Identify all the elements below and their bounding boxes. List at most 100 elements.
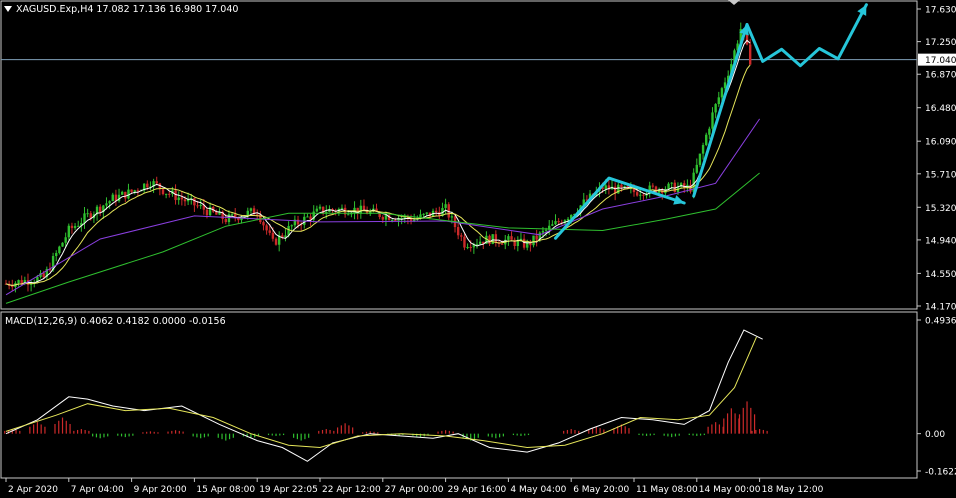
candle-body	[532, 235, 535, 246]
candle-body	[478, 241, 482, 244]
candle-body	[651, 185, 655, 187]
time-tick-label: 6 May 20:00	[573, 485, 629, 495]
price-tick-label: 15.320	[925, 204, 956, 214]
candle-body	[224, 218, 227, 223]
candle-body	[164, 193, 168, 195]
candle-body	[384, 215, 388, 220]
candle-body	[359, 205, 363, 214]
time-tick-label: 19 Apr 22:05	[259, 485, 318, 495]
candle-body	[249, 208, 253, 211]
candle-body	[340, 207, 344, 209]
candle-body	[127, 189, 130, 199]
candle-body	[274, 238, 278, 245]
candle-body	[701, 145, 705, 154]
candle-body	[391, 219, 394, 221]
candle-body	[566, 218, 570, 221]
candle-body	[717, 97, 720, 105]
candle-body	[174, 190, 177, 201]
candle-body	[460, 235, 463, 237]
candle-body	[450, 216, 454, 218]
candle-body	[42, 273, 45, 278]
candle-body	[620, 184, 623, 188]
candle-body	[177, 197, 180, 201]
candle-body	[714, 104, 717, 113]
candle-body	[89, 213, 92, 219]
candle-body	[642, 194, 645, 196]
candle-body	[698, 153, 702, 165]
candle-body	[535, 235, 538, 240]
price-tick-label: 16.090	[925, 138, 956, 148]
candle-body	[271, 232, 275, 239]
candle-body	[67, 225, 70, 238]
candle-body	[488, 235, 491, 245]
candle-body	[17, 280, 20, 284]
time-tick-label: 29 Apr 16:00	[448, 485, 507, 495]
candle-body	[86, 213, 89, 215]
candle-body	[155, 181, 158, 184]
candle-body	[318, 206, 322, 209]
candle-body	[77, 225, 80, 227]
candle-body	[500, 243, 504, 245]
candle-body	[108, 201, 111, 204]
candle-body	[183, 199, 187, 202]
candle-body	[466, 247, 469, 249]
candle-body	[64, 237, 67, 243]
candle-body	[73, 226, 77, 229]
candle-body	[199, 205, 202, 207]
candle-body	[425, 212, 428, 214]
chart-canvas[interactable]: XAGUSD.Exp,H4 17.082 17.136 16.980 17.04…	[0, 0, 956, 498]
candle-body	[230, 214, 234, 216]
candle-body	[507, 236, 510, 240]
candle-body	[146, 183, 149, 188]
candle-body	[723, 82, 727, 89]
time-tick-label: 4 May 04:00	[510, 485, 566, 495]
candle-body	[161, 189, 165, 195]
candle-body	[711, 112, 714, 129]
time-tick-label: 2 Apr 2020	[8, 485, 58, 495]
candle-body	[381, 217, 384, 220]
price-tick-label: 17.250	[925, 38, 956, 48]
price-tick-label: 16.480	[925, 104, 956, 114]
candle-body	[705, 134, 708, 146]
candle-body	[510, 236, 513, 240]
price-tick-label: 14.550	[925, 270, 956, 280]
time-tick-label: 14 May 00:00	[699, 485, 761, 495]
candle-body	[196, 205, 199, 207]
candle-body	[544, 229, 548, 231]
candle-body	[284, 235, 287, 238]
candle-body	[557, 221, 560, 223]
candle-body	[394, 219, 397, 221]
candle-body	[720, 88, 724, 98]
candle-body	[70, 225, 74, 229]
candle-body	[469, 247, 472, 249]
candle-body	[193, 198, 196, 206]
candle-body	[180, 197, 184, 200]
candle-body	[422, 213, 425, 215]
candle-body	[306, 216, 309, 218]
macd-tick-label: 0.4936	[925, 317, 956, 327]
candle-body	[99, 206, 102, 213]
candle-body	[55, 253, 58, 257]
candle-body	[281, 235, 284, 238]
candle-body	[623, 186, 626, 188]
time-tick-label: 22 Apr 12:00	[322, 485, 381, 495]
candle-body	[463, 236, 466, 248]
macd-tick-label: -0.1622	[925, 468, 956, 478]
candle-body	[120, 191, 124, 195]
candle-body	[315, 208, 319, 212]
candle-body	[670, 182, 673, 184]
candle-body	[639, 194, 642, 196]
candle-body	[748, 44, 752, 65]
candle-body	[262, 222, 265, 226]
candle-body	[205, 209, 209, 216]
price-tick-label: 14.940	[925, 236, 956, 246]
price-tick-label: 15.710	[925, 170, 956, 180]
price-chart-title: XAGUSD.Exp,H4 17.082 17.136 16.980 17.04…	[16, 4, 238, 15]
candle-body	[227, 214, 231, 223]
candle-body	[246, 210, 249, 216]
candle-body	[133, 190, 136, 192]
candle-body	[265, 225, 268, 231]
time-tick-label: 9 Apr 20:00	[134, 485, 187, 495]
candle-body	[105, 203, 108, 206]
candle-body	[541, 230, 545, 233]
